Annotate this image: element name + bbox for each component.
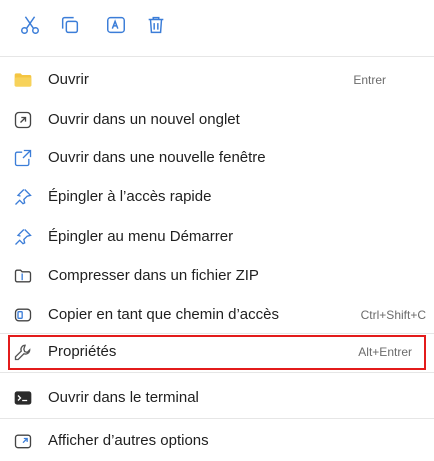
menu-item-compress-zip[interactable]: Compresser dans un fichier ZIP — [0, 256, 434, 296]
menu-item-label: Épingler au menu Démarrer — [48, 228, 234, 245]
delete-button[interactable] — [144, 12, 168, 38]
menu-item-terminal[interactable]: Ouvrir dans le terminal — [0, 378, 434, 418]
cut-button[interactable] — [18, 12, 42, 38]
copy-icon — [61, 16, 79, 34]
zip-icon — [12, 265, 34, 287]
menu-separator — [0, 372, 434, 373]
cut-icon — [21, 16, 39, 34]
menu-item-properties[interactable]: Propriétés Alt+Entrer — [8, 335, 426, 370]
menu-item-ouvrir[interactable]: Ouvrir Entrer — [0, 60, 434, 100]
wrench-icon — [12, 341, 34, 363]
menu-item-new-tab[interactable]: Ouvrir dans un nouvel onglet — [0, 100, 434, 140]
context-menu-toolbar — [0, 0, 434, 62]
menu-item-label: Épingler à l’accès rapide — [48, 188, 212, 205]
pin-icon — [12, 186, 34, 208]
toolbar-separator — [0, 56, 434, 57]
menu-item-label: Compresser dans un fichier ZIP — [48, 267, 259, 284]
copy-button[interactable] — [58, 12, 82, 38]
new-window-icon — [12, 147, 34, 169]
menu-item-shortcut: Alt+Entrer — [358, 345, 412, 359]
menu-item-new-window[interactable]: Ouvrir dans une nouvelle fenêtre — [0, 138, 434, 178]
menu-item-shortcut: Ctrl+Shift+C — [360, 308, 426, 322]
menu-item-copy-path[interactable]: Copier en tant que chemin d’accès Ctrl+S… — [0, 295, 434, 335]
menu-item-label: Ouvrir dans une nouvelle fenêtre — [48, 149, 266, 166]
menu-item-shortcut: Entrer — [353, 73, 386, 87]
menu-item-label: Propriétés — [48, 343, 117, 360]
menu-item-pin-quick-access[interactable]: Épingler à l’accès rapide — [0, 177, 434, 217]
menu-item-pin-start[interactable]: Épingler au menu Démarrer — [0, 217, 434, 257]
new-tab-icon — [12, 109, 34, 131]
rename-button[interactable] — [104, 12, 128, 38]
menu-separator — [0, 418, 434, 419]
menu-item-label: Copier en tant que chemin d’accès — [48, 306, 279, 323]
delete-icon — [148, 16, 164, 34]
menu-item-label: Afficher d’autres options — [48, 432, 209, 449]
copy-path-icon — [12, 304, 34, 326]
menu-item-more-options[interactable]: Afficher d’autres options — [0, 421, 434, 461]
more-options-icon — [12, 430, 34, 452]
menu-item-label: Ouvrir dans le terminal — [48, 389, 199, 406]
menu-separator — [0, 333, 434, 334]
pin-icon — [12, 226, 34, 248]
folder-icon — [12, 69, 34, 91]
menu-item-label: Ouvrir — [48, 71, 89, 88]
terminal-icon — [12, 387, 34, 409]
menu-item-label: Ouvrir dans un nouvel onglet — [48, 111, 240, 128]
rename-icon — [107, 16, 125, 34]
